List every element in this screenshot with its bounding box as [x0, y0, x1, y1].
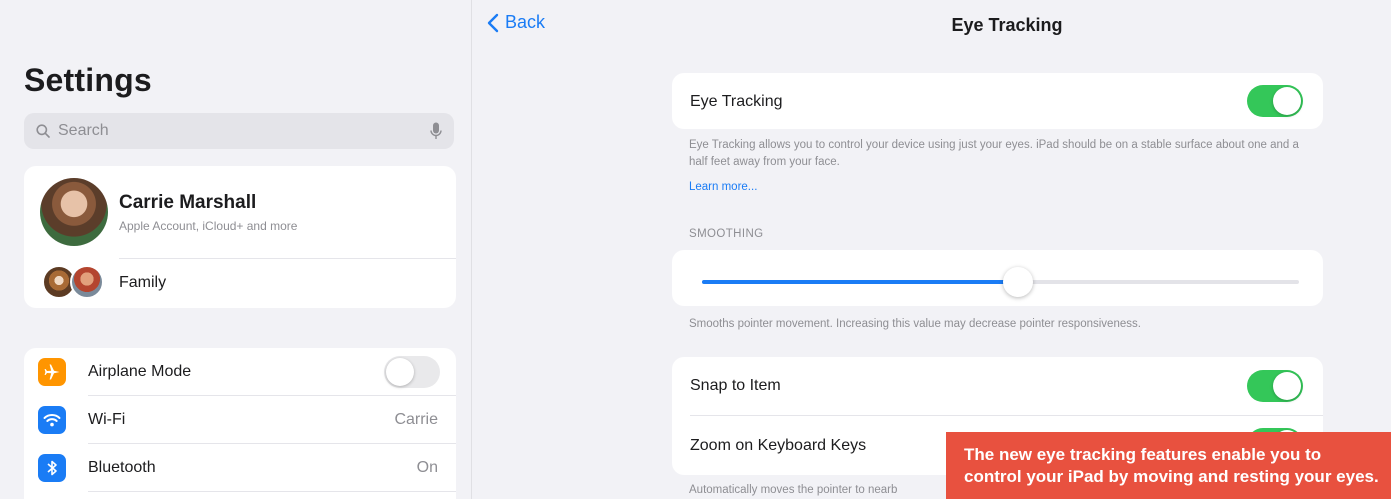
detail-pane: Back Eye Tracking Eye Tracking Eye Track… — [473, 0, 1391, 499]
search-icon — [36, 124, 50, 138]
airplane-icon — [38, 358, 66, 386]
avatar — [40, 178, 108, 246]
sidebar: Settings Search Carrie Marshall Apple Ac… — [0, 0, 472, 499]
bluetooth-icon — [38, 454, 66, 482]
airplane-mode-toggle[interactable] — [384, 356, 440, 388]
search-placeholder[interactable]: Search — [58, 122, 430, 140]
sidebar-item-label: Bluetooth — [88, 459, 156, 476]
account-card[interactable]: Carrie Marshall Apple Account, iCloud+ a… — [24, 166, 456, 308]
microphone-icon[interactable] — [430, 122, 442, 140]
family-row-label[interactable]: Family — [119, 274, 166, 292]
smoothing-header: SMOOTHING — [689, 228, 764, 240]
learn-more-link[interactable]: Learn more... — [689, 181, 757, 193]
sidebar-item-wifi[interactable]: Wi-Fi Carrie — [24, 396, 456, 444]
sidebar-item-airplane-mode[interactable]: Airplane Mode — [24, 348, 456, 396]
caption-banner: The new eye tracking features enable you… — [946, 432, 1391, 499]
eye-tracking-description: Eye Tracking allows you to control your … — [689, 139, 1299, 168]
settings-list: Airplane Mode Wi-Fi Carrie Bluetooth On — [24, 348, 456, 499]
sidebar-item-label: Wi-Fi — [88, 411, 126, 428]
zoom-on-keyboard-keys-label: Zoom on Keyboard Keys — [690, 437, 867, 454]
eye-tracking-toggle[interactable] — [1247, 85, 1303, 117]
divider — [88, 491, 456, 492]
sidebar-item-bluetooth[interactable]: Bluetooth On — [24, 444, 456, 492]
divider — [119, 258, 456, 259]
slider-thumb[interactable] — [1003, 267, 1034, 297]
family-avatar — [70, 265, 104, 299]
snap-to-item-toggle[interactable] — [1247, 370, 1303, 402]
slider-fill — [702, 280, 1019, 284]
account-name: Carrie Marshall — [119, 192, 257, 213]
snap-to-item-label: Snap to Item — [690, 377, 781, 394]
search-field[interactable]: Search — [24, 113, 454, 149]
wifi-network-value: Carrie — [394, 411, 438, 428]
sidebar-title: Settings — [24, 62, 152, 98]
page-title: Eye Tracking — [951, 15, 1063, 35]
smoothing-footnote: Smooths pointer movement. Increasing thi… — [689, 318, 1141, 330]
eye-tracking-label: Eye Tracking — [690, 93, 783, 110]
smoothing-slider[interactable] — [702, 280, 1299, 284]
bluetooth-status-value: On — [416, 459, 438, 476]
wifi-icon — [38, 406, 66, 434]
account-subtitle: Apple Account, iCloud+ and more — [119, 219, 298, 233]
eye-tracking-card: Eye Tracking — [672, 73, 1323, 129]
sidebar-item-label: Airplane Mode — [88, 363, 192, 380]
smoothing-card — [672, 250, 1323, 306]
divider — [690, 415, 1323, 416]
